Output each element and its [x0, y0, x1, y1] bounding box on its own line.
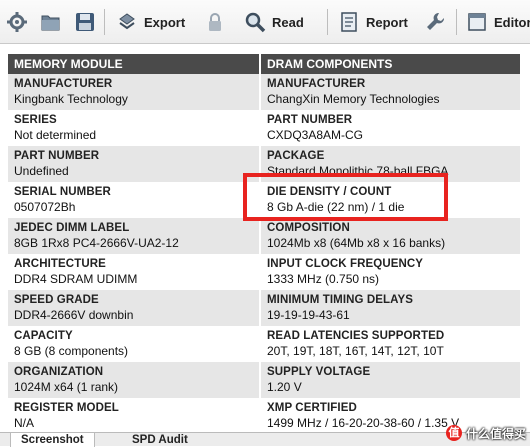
memory-module-cell: CAPACITY 8 GB (8 components)	[8, 326, 260, 362]
export-button[interactable]: Export	[116, 8, 185, 36]
floppy-disk-icon	[76, 13, 94, 31]
field-value: 8GB 1Rx8 PC4-2666V-UA2-12	[14, 236, 179, 250]
watermark-text: 什么值得买	[465, 426, 526, 441]
field-value: ChangXin Memory Technologies	[267, 92, 440, 106]
dram-component-cell: READ LATENCIES SUPPORTED 20T, 19T, 18T, 1…	[259, 326, 520, 362]
field-label: PACKAGE	[267, 150, 325, 162]
settings-button[interactable]	[6, 8, 28, 36]
report-label: Report	[366, 14, 408, 30]
table-row: CAPACITY 8 GB (8 components) READ LATENCIE…	[8, 326, 520, 362]
table-header-row: MEMORY MODULE DRAM COMPONENTS	[8, 54, 520, 74]
field-value: Not determined	[14, 128, 97, 142]
table-row: SERIES Not determined PART NUMBER CXDQ3A8AM…	[8, 110, 520, 146]
export-label: Export	[144, 14, 186, 30]
field-label: SERIES	[14, 114, 57, 126]
memory-module-cell: ORGANIZATION 1024M x64 (1 rank)	[8, 362, 260, 398]
table-row: ORGANIZATION 1024M x64 (1 rank) SUPPLY VOL…	[8, 362, 520, 398]
lock-button[interactable]	[204, 8, 226, 36]
memory-module-header: MEMORY MODULE	[8, 54, 260, 74]
dram-components-header: DRAM COMPONENTS	[259, 54, 520, 74]
dram-component-cell: SUPPLY VOLTAGE 1.20 V	[259, 362, 520, 398]
memory-module-cell: JEDEC DIMM LABEL 8GB 1Rx8 PC4-2666V-UA2-1…	[8, 218, 260, 254]
field-value: 8 GB (8 components)	[14, 344, 129, 358]
save-button[interactable]	[74, 8, 96, 36]
field-label: MINIMUM TIMING DELAYS	[267, 294, 414, 306]
memory-module-cell: PART NUMBER Undefined	[8, 146, 260, 182]
table-row: REGISTER MODEL N/A XMP CERTIFIED 1499 MHz /…	[8, 398, 520, 434]
editor-label: Editor	[494, 14, 530, 30]
table-row: SPEED GRADE DDR4-2666V downbin MINIMUM TIM…	[8, 290, 520, 326]
field-label: MANUFACTURER	[14, 78, 113, 90]
field-label: SPEED GRADE	[14, 294, 99, 306]
field-label: PART NUMBER	[14, 150, 100, 162]
field-label: SUPPLY VOLTAGE	[267, 366, 371, 378]
field-value: 19-19-19-43-61	[267, 308, 350, 322]
toolbar-divider	[327, 9, 328, 35]
memory-module-cell: SPEED GRADE DDR4-2666V downbin	[8, 290, 260, 326]
tools-button[interactable]	[424, 8, 446, 36]
wrench-icon	[427, 12, 445, 30]
dram-component-cell: PART NUMBER CXDQ3A8AM-CG	[259, 110, 520, 146]
field-value: 1024Mb x8 (64Mb x8 x 16 banks)	[267, 236, 446, 250]
field-label: ORGANIZATION	[14, 366, 104, 378]
field-label: COMPOSITION	[267, 222, 350, 234]
highlight-box	[243, 173, 448, 221]
table-row: JEDEC DIMM LABEL 8GB 1Rx8 PC4-2666V-UA2-1…	[8, 218, 520, 254]
export-icon	[119, 13, 135, 30]
toolbar-divider	[104, 9, 105, 35]
read-button[interactable]: Read	[244, 8, 304, 36]
field-label: MANUFACTURER	[267, 78, 366, 90]
field-label: PART NUMBER	[267, 114, 353, 126]
dram-component-cell: MINIMUM TIMING DELAYS 19-19-19-43-61	[259, 290, 520, 326]
memory-module-cell: SERIAL NUMBER 0507072Bh	[8, 182, 260, 218]
field-label: REGISTER MODEL	[14, 402, 119, 414]
tab-spd-audit[interactable]: SPD Audit	[122, 433, 198, 447]
table-row: MANUFACTURER Kingbank Technology MANUFACTU…	[8, 74, 520, 110]
field-label: READ LATENCIES SUPPORTED	[267, 330, 445, 342]
gear-icon	[7, 12, 27, 32]
field-label: SERIAL NUMBER	[14, 186, 111, 198]
field-value: Kingbank Technology	[14, 92, 128, 106]
field-value: CXDQ3A8AM-CG	[267, 128, 364, 142]
field-label: INPUT CLOCK FREQUENCY	[267, 258, 424, 270]
watermark: 值 什么值得买	[445, 424, 526, 442]
field-value: 1024M x64 (1 rank)	[14, 380, 119, 394]
field-value: Undefined	[14, 164, 69, 178]
field-label: XMP CERTIFIED	[267, 402, 357, 414]
field-value: N/A	[14, 416, 35, 430]
editor-button[interactable]: Editor	[466, 8, 530, 36]
table-row: ARCHITECTURE DDR4 SDRAM UDIMM INPUT CLOCK …	[8, 254, 520, 290]
field-value: 0507072Bh	[14, 200, 76, 214]
memory-module-cell: SERIES Not determined	[8, 110, 260, 146]
memory-module-cell: MANUFACTURER Kingbank Technology	[8, 74, 260, 110]
dram-component-cell: MANUFACTURER ChangXin Memory Technologies	[259, 74, 520, 110]
toolbar-divider	[456, 9, 457, 35]
field-value: DDR4-2666V downbin	[14, 308, 134, 322]
field-label: JEDEC DIMM LABEL	[14, 222, 130, 234]
memory-module-cell: ARCHITECTURE DDR4 SDRAM UDIMM	[8, 254, 260, 290]
read-label: Read	[272, 14, 304, 30]
editor-icon	[468, 13, 486, 31]
magnifier-icon	[245, 12, 266, 33]
field-label: ARCHITECTURE	[14, 258, 106, 270]
watermark-logo-icon: 值	[445, 425, 462, 441]
folder-icon	[41, 15, 60, 31]
tab-screenshot[interactable]: Screenshot	[10, 433, 95, 447]
dram-component-cell: INPUT CLOCK FREQUENCY 1333 MHz (0.750 ns)	[259, 254, 520, 290]
toolbar: Export Read Report Editor	[0, 0, 530, 44]
report-button[interactable]: Report	[338, 8, 408, 36]
field-value: 20T, 19T, 18T, 16T, 14T, 12T, 10T	[267, 344, 444, 358]
open-button[interactable]	[40, 8, 62, 36]
field-value: DDR4 SDRAM UDIMM	[14, 272, 138, 286]
field-value: 1333 MHz (0.750 ns)	[267, 272, 380, 286]
lock-icon	[209, 13, 221, 31]
report-icon	[341, 12, 357, 32]
spd-info-table: MEMORY MODULE DRAM COMPONENTS MANUFACTUR…	[8, 54, 520, 434]
memory-module-cell: REGISTER MODEL N/A	[8, 398, 260, 434]
field-label: CAPACITY	[14, 330, 73, 342]
dram-component-cell: COMPOSITION 1024Mb x8 (64Mb x8 x 16 banks…	[259, 218, 520, 254]
field-value: 1.20 V	[267, 380, 302, 394]
